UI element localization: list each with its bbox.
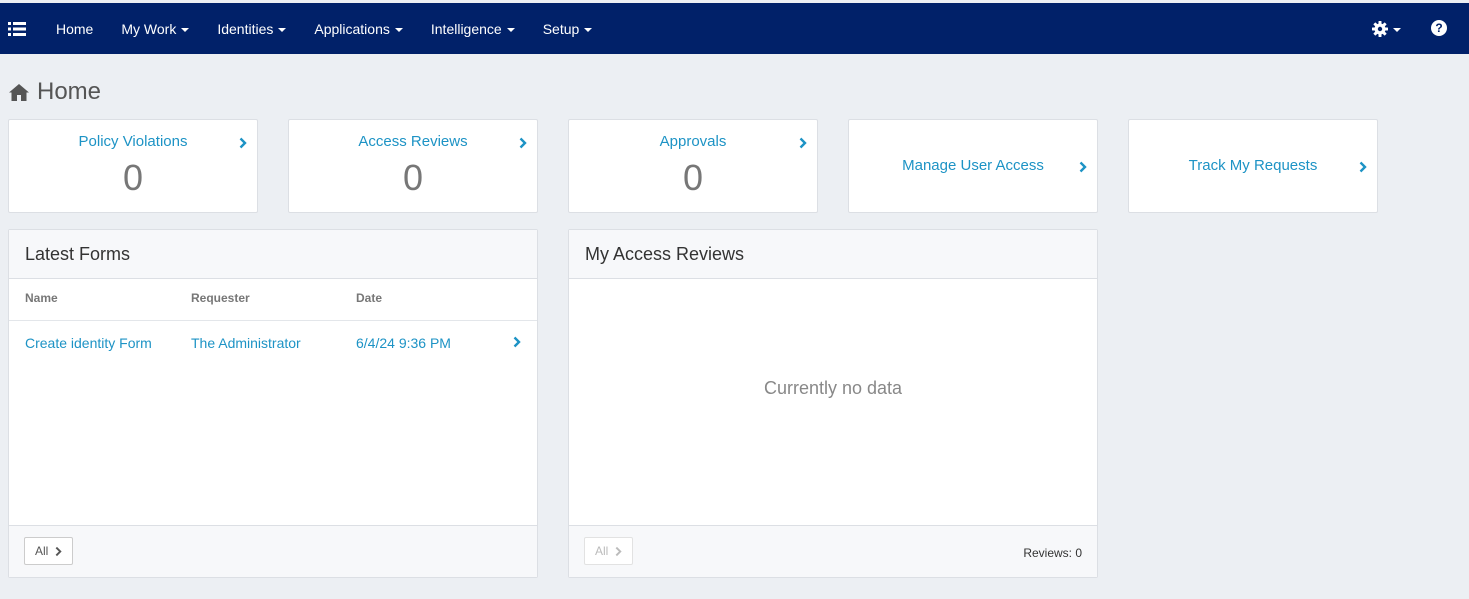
chevron-right-icon[interactable] [513,336,521,348]
chevron-right-icon [55,546,62,556]
nav-applications[interactable]: Applications [300,3,417,54]
form-date-cell[interactable]: 6/4/24 9:36 PM [356,335,451,351]
access-reviews-tile[interactable]: Access Reviews 0 [288,119,538,213]
policy-violations-count: 0 [122,157,144,198]
nav-my-work-label: My Work [121,20,177,37]
page-title-text: Home [37,78,102,105]
caret-down-icon [278,27,287,32]
top-nav-bar: Home My Work Identities Applications Int… [0,3,1469,54]
latest-forms-footer: All [9,525,537,577]
approvals-title: Approvals [659,133,727,150]
caret-down-icon [1393,28,1401,32]
access-reviews-title: Access Reviews [358,133,468,150]
reviews-count: Reviews: 0 [1023,546,1082,560]
my-access-reviews-footer: All Reviews: 0 [569,525,1097,577]
track-my-requests-title: Track My Requests [1188,157,1318,174]
policy-violations-title: Policy Violations [78,133,188,150]
column-header-requester: Requester [191,291,250,305]
nav-applications-label: Applications [314,20,390,37]
caret-down-icon [394,27,403,32]
header-divider [9,320,537,321]
access-reviews-count: 0 [402,157,424,198]
settings-menu-button[interactable] [1372,19,1401,39]
chevron-right-icon [1359,161,1367,173]
nav-my-work[interactable]: My Work [107,3,203,54]
page-title: Home [9,78,101,106]
nav-intelligence[interactable]: Intelligence [417,3,529,54]
all-button-label: All [35,544,49,558]
form-requester-cell[interactable]: The Administrator [191,335,301,351]
latest-forms-all-button[interactable]: All [24,537,74,565]
chevron-right-icon [1079,161,1087,173]
home-icon [9,83,29,101]
my-access-reviews-panel: My Access Reviews Currently no data All … [568,229,1098,578]
help-icon[interactable]: ? [1431,20,1447,36]
chevron-right-icon [799,137,807,149]
all-button-label: All [595,544,609,558]
my-access-reviews-all-button[interactable]: All [584,537,634,565]
gear-icon [1372,21,1388,37]
latest-forms-header: Latest Forms [9,230,537,279]
caret-down-icon [506,27,515,32]
nav-setup[interactable]: Setup [529,3,607,54]
nav-setup-label: Setup [542,20,580,37]
policy-violations-tile[interactable]: Policy Violations 0 [8,119,258,213]
nav-home[interactable]: Home [42,3,107,54]
chevron-right-icon [519,137,527,149]
nav-identities-label: Identities [217,20,274,37]
main-nav: Home My Work Identities Applications Int… [42,3,606,54]
chevron-right-icon [615,546,622,556]
my-access-reviews-header: My Access Reviews [569,230,1097,279]
nav-home-label: Home [56,20,94,37]
approvals-tile[interactable]: Approvals 0 [568,119,818,213]
empty-state-message: Currently no data [763,378,903,398]
my-access-reviews-title: My Access Reviews [585,243,745,264]
help-glyph: ? [1435,21,1443,35]
menu-list-icon[interactable] [8,22,26,36]
caret-down-icon [584,27,593,32]
approvals-count: 0 [682,157,704,198]
nav-identities[interactable]: Identities [203,3,300,54]
nav-intelligence-label: Intelligence [430,20,502,37]
latest-forms-panel: Latest Forms Name Requester Date Create … [8,229,538,578]
column-header-date: Date [356,291,383,305]
chevron-right-icon [239,137,247,149]
caret-down-icon [181,27,190,32]
manage-user-access-tile[interactable]: Manage User Access [848,119,1098,213]
column-header-name: Name [25,291,58,305]
manage-user-access-title: Manage User Access [902,157,1044,174]
track-my-requests-tile[interactable]: Track My Requests [1128,119,1378,213]
form-name-cell[interactable]: Create identity Form [25,335,152,351]
latest-forms-title: Latest Forms [25,243,131,264]
